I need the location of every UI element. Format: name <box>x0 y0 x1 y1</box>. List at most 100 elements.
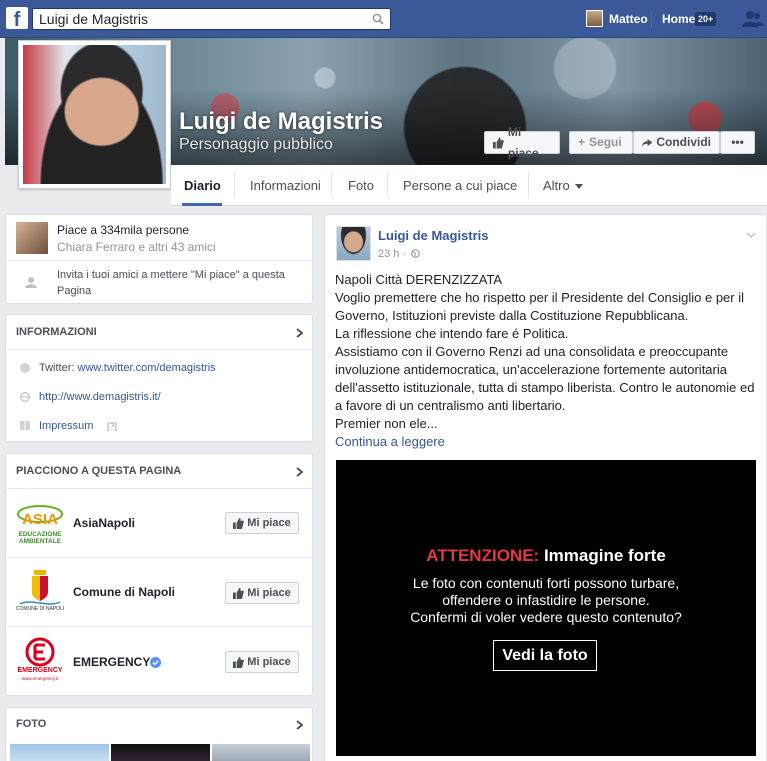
more-options-button[interactable]: ••• <box>720 131 755 154</box>
divider <box>234 172 235 198</box>
asianapoli-logo[interactable]: ASIA EDUCAZIONE AMBIENTALE <box>16 500 64 548</box>
top-navigation-bar: f Matteo Home 20+ <box>0 0 767 38</box>
post-timestamp[interactable]: 23 h · <box>378 248 421 260</box>
info-card: INFORMAZIONI Twitter: www.twitter.com/de… <box>5 314 313 442</box>
liked-page-name[interactable]: Comune di Napoli <box>73 585 175 599</box>
like-emergency-button[interactable]: Mi piace <box>225 651 299 673</box>
profile-link[interactable]: Matteo <box>609 12 648 26</box>
like-page-button[interactable]: Mi piace <box>484 125 560 160</box>
warning-title: ATTENZIONE: Immagine forte <box>336 546 756 566</box>
tab-informazioni[interactable]: Informazioni <box>250 178 321 193</box>
thumbs-up-icon <box>233 587 245 599</box>
post-line: La riflessione che intendo fare é Politi… <box>335 326 569 341</box>
liked-page-name[interactable]: AsiaNapoli <box>73 516 135 530</box>
twitter-icon <box>20 363 30 373</box>
warning-line: Confermi di voler vedere questo contenut… <box>410 609 682 625</box>
invite-friends-link[interactable]: Invita i tuoi amici a mettere "Mi piace"… <box>57 267 302 299</box>
impressum-help[interactable]: [?] <box>107 421 117 431</box>
divider <box>651 10 652 28</box>
like-button-label: Mi piace <box>247 656 291 668</box>
twitter-link[interactable]: www.twitter.com/demagistris <box>78 362 216 374</box>
search-box[interactable] <box>32 8 391 30</box>
asia-logo-sub: EDUCAZIONE AMBIENTALE <box>18 531 62 545</box>
post-author-avatar[interactable] <box>336 226 371 261</box>
photo-thumbnail[interactable] <box>212 744 310 761</box>
divider <box>331 172 332 198</box>
graphic-content-overlay: ATTENZIONE: Immagine forte Le foto con c… <box>336 460 756 756</box>
warning-heading: Immagine forte <box>543 546 666 565</box>
search-input[interactable] <box>33 9 363 29</box>
warning-line: offendere o infastidire le persone. <box>442 592 650 608</box>
share-label: Condividi <box>656 135 711 149</box>
comune-logo-text: COMUNE DI NAPOLI <box>15 606 65 612</box>
divider <box>6 557 312 558</box>
user-avatar[interactable] <box>586 10 603 27</box>
post-body: Napoli Città DERENZIZZATA Voglio premett… <box>335 271 755 433</box>
view-photo-button[interactable]: Vedi la foto <box>493 640 597 671</box>
thumbs-up-icon <box>233 517 245 529</box>
post-line: Voglio premettere che ho rispetto per il… <box>335 290 745 323</box>
chevron-right-icon[interactable] <box>296 467 303 477</box>
comune-napoli-logo[interactable]: COMUNE DI NAPOLI <box>16 568 64 616</box>
share-arrow-icon <box>642 138 653 147</box>
liked-pages-title[interactable]: PIACCIONO A QUESTA PAGINA <box>16 465 181 477</box>
tab-altro-label: Altro <box>543 178 570 193</box>
tab-diario[interactable]: Diario <box>184 178 221 193</box>
profile-picture-image <box>23 45 166 184</box>
post-author-name[interactable]: Luigi de Magistris <box>378 228 489 243</box>
photo-thumbnail[interactable] <box>111 744 210 761</box>
chevron-right-icon[interactable] <box>296 720 303 730</box>
invite-friends-icon <box>25 277 37 288</box>
friend-requests-icon[interactable] <box>742 10 764 28</box>
website-link[interactable]: http://www.demagistris.it/ <box>39 391 161 403</box>
tab-foto[interactable]: Foto <box>348 178 374 193</box>
liked-page-name[interactable]: EMERGENCY <box>73 655 150 669</box>
emergency-logo[interactable]: EMERGENCY www.emergency.it <box>16 637 64 685</box>
warning-line: Le foto con contenuti forti possono turb… <box>412 575 680 591</box>
search-icon[interactable] <box>372 13 384 25</box>
photo-thumbnail[interactable] <box>10 744 109 761</box>
divider <box>6 488 312 489</box>
post-options-chevron-icon[interactable] <box>746 232 756 238</box>
globe-icon <box>20 392 30 402</box>
divider <box>6 260 312 261</box>
post-line: Assistiamo con il Governo Renzi ad una c… <box>335 344 755 413</box>
tab-altro[interactable]: Altro <box>543 178 584 193</box>
more-dots-icon: ••• <box>731 135 744 149</box>
like-button-label: Mi piace <box>247 587 291 599</box>
verified-badge-icon <box>150 657 161 668</box>
post-line: Napoli Città DERENZIZZATA <box>335 272 503 287</box>
home-badge: 20+ <box>695 12 717 26</box>
post-line: Premier non ele... <box>335 416 438 431</box>
like-asianapoli-button[interactable]: Mi piace <box>225 512 299 534</box>
divider <box>528 172 529 198</box>
plus-icon: + <box>578 135 586 149</box>
coat-of-arms-icon <box>19 570 61 605</box>
divider <box>387 172 388 198</box>
impressum-link[interactable]: Impressum <box>39 420 93 432</box>
photos-section-title[interactable]: FOTO <box>16 718 46 730</box>
page-title: Luigi de Magistris <box>179 108 384 135</box>
home-link[interactable]: Home <box>662 12 695 26</box>
facebook-logo-icon[interactable]: f <box>6 7 28 29</box>
warning-label: ATTENZIONE: <box>426 546 540 565</box>
tab-persone[interactable]: Persone a cui piace <box>403 178 517 193</box>
info-section-title[interactable]: INFORMAZIONI <box>16 326 97 338</box>
thumbs-up-icon <box>233 656 245 668</box>
active-tab-indicator <box>182 203 222 206</box>
post-time-text: 23 h · <box>378 248 407 260</box>
book-icon <box>20 421 30 430</box>
chevron-right-icon[interactable] <box>296 328 303 338</box>
share-button[interactable]: Condividi <box>633 131 720 154</box>
follow-label: Segui <box>589 135 622 149</box>
like-comune-button[interactable]: Mi piace <box>225 582 299 604</box>
profile-picture[interactable] <box>18 40 171 189</box>
twitter-label: Twitter: www.twitter.com/demagistris <box>39 362 216 374</box>
divider <box>6 349 312 350</box>
friends-like-text[interactable]: Chiara Ferraro e altri 43 amici <box>57 240 216 254</box>
follow-button[interactable]: + Segui <box>569 131 633 154</box>
continue-reading-link[interactable]: Continua a leggere <box>335 434 445 449</box>
likes-count[interactable]: Piace a 334mila persone <box>57 223 189 237</box>
friend-avatar[interactable] <box>16 222 48 254</box>
like-page-label: Mi piace <box>507 124 539 160</box>
